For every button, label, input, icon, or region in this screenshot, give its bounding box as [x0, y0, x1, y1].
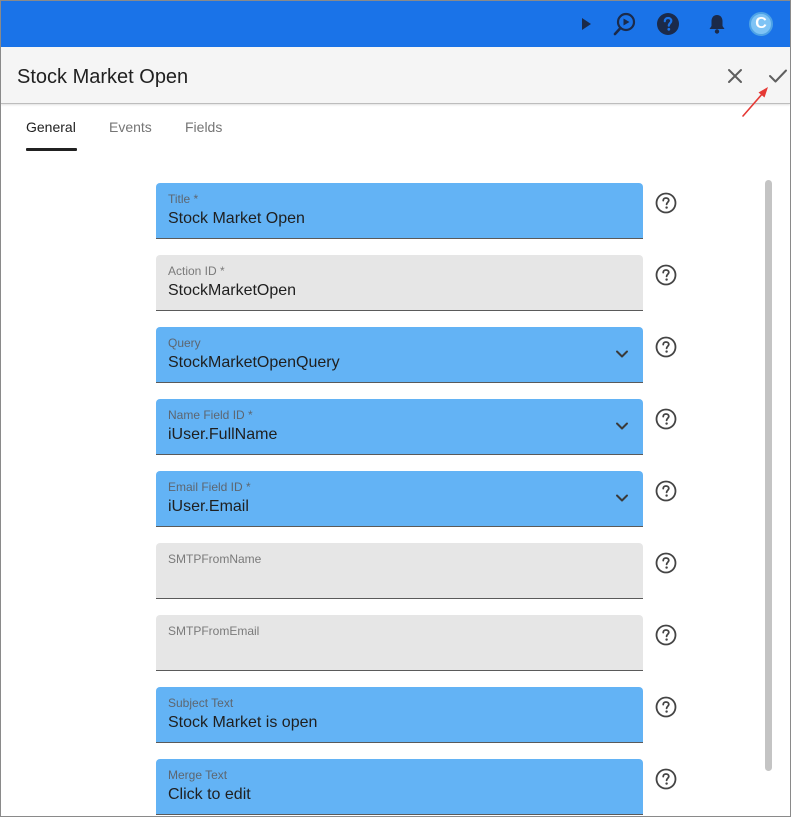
help-icon[interactable]: [654, 10, 682, 38]
tab-bar: General Events Fields: [1, 105, 790, 153]
action-id-label: Action ID *: [168, 264, 225, 278]
name-field-id-label: Name Field ID *: [168, 408, 253, 422]
help-circle-icon[interactable]: [655, 264, 677, 286]
help-circle-icon[interactable]: [655, 192, 677, 214]
subject-text-value: Stock Market is open: [168, 714, 318, 731]
smtpfromname-label: SMTPFromName: [168, 552, 262, 566]
smtpfromname-field[interactable]: SMTPFromName: [156, 543, 643, 599]
query-label: Query: [168, 336, 201, 350]
merge-text-value: Click to edit: [168, 786, 251, 803]
title-label: Title *: [168, 192, 199, 206]
smtpfromemail-label: SMTPFromEmail: [168, 624, 260, 638]
merge-text-label: Merge Text: [168, 768, 228, 782]
help-circle-icon[interactable]: [655, 696, 677, 718]
name-field-id-value: iUser.FullName: [168, 426, 278, 443]
query-select[interactable]: Query StockMarketOpenQuery: [156, 327, 643, 383]
help-circle-icon[interactable]: [655, 552, 677, 574]
close-icon: [728, 69, 742, 83]
app-window: C Stock Market Open General Events Field…: [0, 0, 791, 817]
avatar-letter: C: [749, 12, 773, 36]
check-icon: [769, 69, 787, 83]
save-button[interactable]: [765, 63, 790, 89]
subject-text-label: Subject Text: [168, 696, 234, 710]
title-field[interactable]: Title * Stock Market Open: [156, 183, 643, 239]
merge-text-field[interactable]: Merge Text Click to edit: [156, 759, 643, 815]
avatar[interactable]: C: [747, 10, 775, 38]
help-circle-icon[interactable]: [655, 336, 677, 358]
bell-icon[interactable]: [703, 10, 731, 38]
top-app-bar: C: [1, 1, 790, 47]
tab-general[interactable]: General: [26, 119, 76, 135]
title-value: Stock Market Open: [168, 210, 305, 227]
help-circle-icon[interactable]: [655, 624, 677, 646]
close-button[interactable]: [722, 63, 748, 89]
email-field-id-select[interactable]: Email Field ID * iUser.Email: [156, 471, 643, 527]
chevron-down-icon[interactable]: [613, 417, 631, 435]
email-field-id-value: iUser.Email: [168, 498, 249, 515]
query-value: StockMarketOpenQuery: [168, 354, 340, 371]
active-tab-indicator: [26, 148, 77, 151]
page-title: Stock Market Open: [17, 66, 189, 88]
tab-fields[interactable]: Fields: [185, 119, 222, 135]
replay-icon[interactable]: [611, 10, 639, 38]
tab-events[interactable]: Events: [109, 119, 152, 135]
scrollbar[interactable]: [765, 180, 772, 771]
dialog-title-bar: Stock Market Open: [1, 47, 790, 104]
chevron-down-icon[interactable]: [613, 489, 631, 507]
smtpfromemail-field[interactable]: SMTPFromEmail: [156, 615, 643, 671]
email-field-id-label: Email Field ID *: [168, 480, 251, 494]
subject-text-field[interactable]: Subject Text Stock Market is open: [156, 687, 643, 743]
play-icon[interactable]: [572, 10, 600, 38]
help-circle-icon[interactable]: [655, 480, 677, 502]
action-id-value: StockMarketOpen: [168, 282, 297, 299]
help-circle-icon[interactable]: [655, 768, 677, 790]
help-circle-icon[interactable]: [655, 408, 677, 430]
action-id-field[interactable]: Action ID * StockMarketOpen: [156, 255, 643, 311]
chevron-down-icon[interactable]: [613, 345, 631, 363]
name-field-id-select[interactable]: Name Field ID * iUser.FullName: [156, 399, 643, 455]
